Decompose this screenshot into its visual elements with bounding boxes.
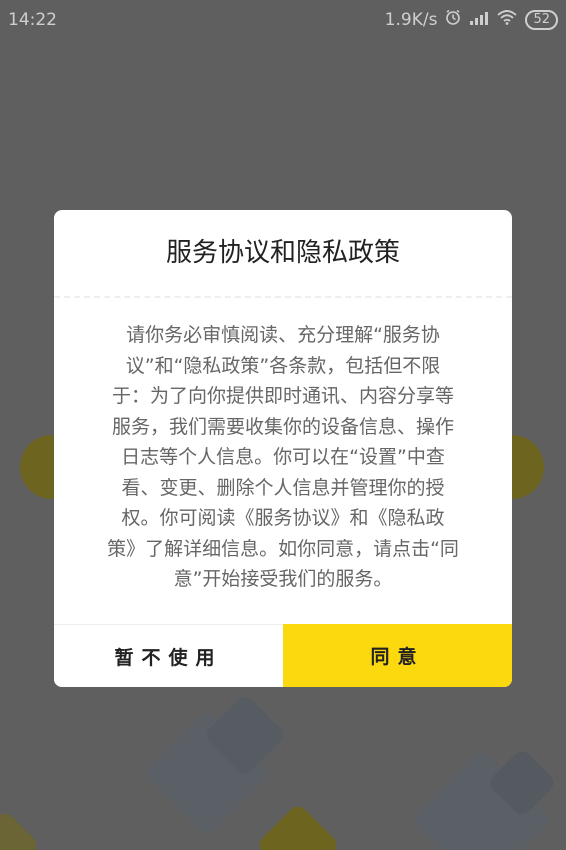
signal-icon bbox=[469, 10, 489, 30]
background-diamond-shape bbox=[255, 802, 341, 850]
dialog-body-line: 服务，我们需要收集你的设备信息、操作 bbox=[111, 415, 454, 438]
dialog-body-line: 于：为了向你提供即时通讯、内容分享等 bbox=[111, 385, 454, 407]
dialog-body-line: 看、变更、删除个人信息并管理你的授 bbox=[121, 476, 445, 499]
alarm-clock-icon bbox=[445, 9, 461, 30]
status-indicators: 1.9K/s 52 bbox=[385, 9, 558, 30]
wifi-icon bbox=[497, 9, 518, 30]
dialog-actions: 暂不使用 同意 bbox=[54, 624, 512, 687]
dialog-body-line: 意”开始接受我们的服务。 bbox=[173, 568, 393, 590]
dialog-divider bbox=[54, 296, 512, 298]
app-screen: 14:22 1.9K/s 52 服务协议和隐私政策 请你务必审慎阅读、充分理解“… bbox=[0, 0, 566, 850]
privacy-policy-dialog: 服务协议和隐私政策 请你务必审慎阅读、充分理解“服务协 议”和“隐私政策”各条款… bbox=[54, 210, 512, 687]
battery-icon: 52 bbox=[525, 9, 558, 30]
dialog-body-text: 请你务必审慎阅读、充分理解“服务协 议”和“隐私政策”各条款，包括但不限 于：为… bbox=[82, 320, 484, 595]
status-bar: 14:22 1.9K/s 52 bbox=[0, 0, 566, 40]
network-speed: 1.9K/s bbox=[384, 9, 438, 30]
dialog-body-line: 策》了解详细信息。如你同意，请点击“同 bbox=[107, 537, 459, 560]
decline-button[interactable]: 暂不使用 bbox=[54, 624, 283, 687]
agree-button[interactable]: 同意 bbox=[283, 624, 512, 687]
dialog-title: 服务协议和隐私政策 bbox=[165, 238, 400, 268]
dialog-body-line: 请你务必审慎阅读、充分理解“服务协 bbox=[126, 324, 440, 346]
dialog-body-line: 权。你可阅读《服务协议》和《隐私政 bbox=[121, 507, 445, 529]
dialog-body-line: 议”和“隐私政策”各条款，包括但不限 bbox=[125, 354, 441, 377]
background-diamond-shape bbox=[0, 809, 41, 850]
dialog-body-line: 日志等个人信息。你可以在“设置”中查 bbox=[121, 446, 445, 468]
status-time: 14:22 bbox=[8, 10, 57, 30]
